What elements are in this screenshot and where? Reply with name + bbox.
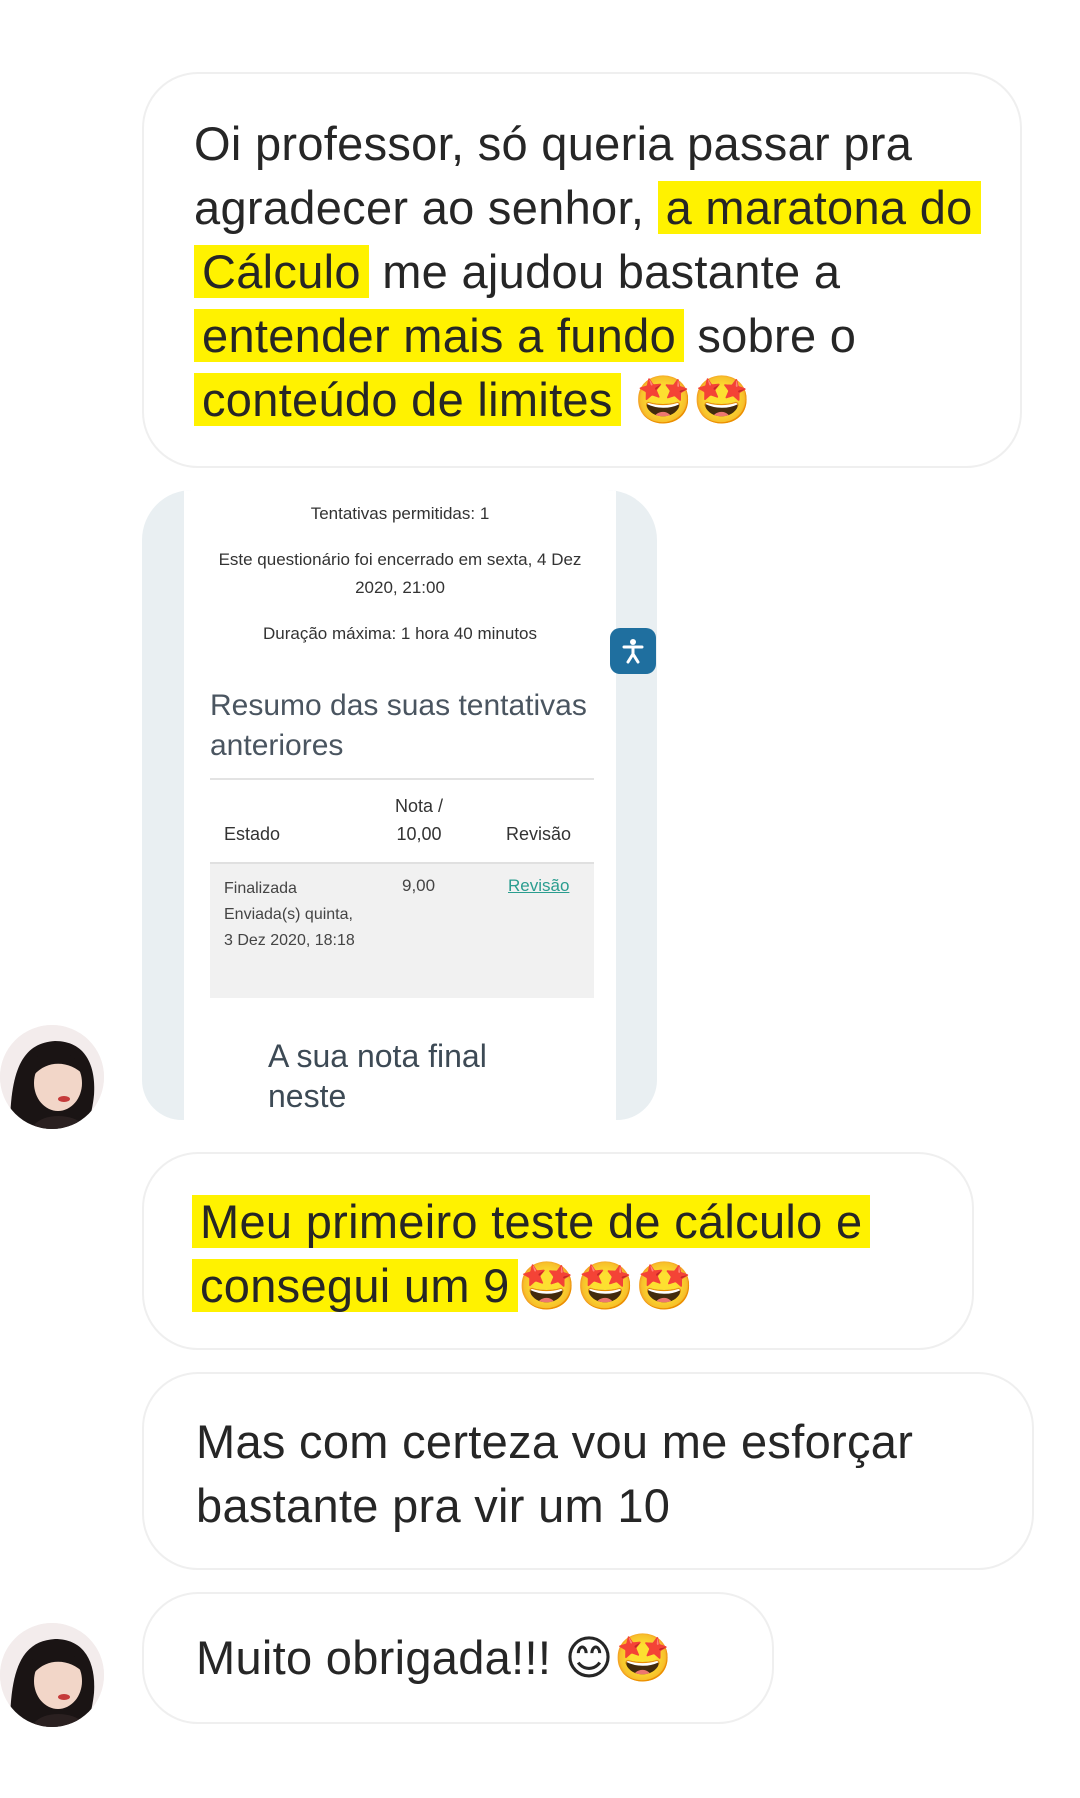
table-row: Finalizada Enviada(s) quinta, 3 Dez 2020… [210,862,594,998]
message-segment: 🤩🤩 [620,373,752,426]
message-segment: Muito obrigada!!! 😊🤩 [196,1631,673,1684]
accessibility-icon[interactable] [610,628,656,674]
highlighted-text: conteúdo de limites [194,373,621,426]
final-grade-text: A sua nota final neste [268,1038,487,1114]
message-text: Muito obrigada!!! 😊🤩 [196,1626,742,1690]
message-segment: 🤩🤩🤩 [517,1259,695,1312]
message-text: Meu primeiro teste de cálculo e consegui… [192,1190,942,1318]
row-grade: 9,00 [402,876,436,895]
message-bubble-thankyou[interactable]: Muito obrigada!!! 😊🤩 [142,1592,774,1724]
message-segment: Mas com certeza vou me esforçar bastante… [196,1415,914,1532]
row-state: Finalizada Enviada(s) quinta, 3 Dez 2020… [224,880,355,949]
column-header-grade: Nota / 10,00 [394,796,444,844]
user-avatar[interactable] [0,1623,104,1727]
message-segment: sobre o [684,309,857,362]
message-text: Oi professor, só queria passar pra agrad… [194,112,981,432]
review-link[interactable]: Revisão [508,876,569,896]
user-avatar[interactable] [0,1025,104,1129]
attempts-allowed: Tentativas permitidas: 1 [310,504,490,523]
quiz-summary-page: Tentativas permitidas: 1 Este questionár… [184,490,616,1120]
column-header-state: Estado [224,824,281,844]
message-bubble-effort[interactable]: Mas com certeza vou me esforçar bastante… [142,1372,1034,1570]
message-text: Mas com certeza vou me esforçar bastante… [196,1410,1002,1538]
quiz-closed-notice: Este questionário foi encerrado em sexta… [218,550,582,597]
divider [210,778,594,780]
max-duration: Duração máxima: 1 hora 40 minutos [262,624,538,643]
message-bubble-grade[interactable]: Meu primeiro teste de cálculo e consegui… [142,1152,974,1350]
message-segment: me ajudou bastante a [368,245,841,298]
highlighted-text: entender mais a fundo [194,309,685,362]
column-header-review: Revisão [506,824,572,844]
message-bubble-thanks[interactable]: Oi professor, só queria passar pra agrad… [142,72,1022,468]
shared-screenshot[interactable]: Tentativas permitidas: 1 Este questionár… [142,490,657,1120]
summary-title: Resumo das suas tentativas anteriores [210,689,587,762]
